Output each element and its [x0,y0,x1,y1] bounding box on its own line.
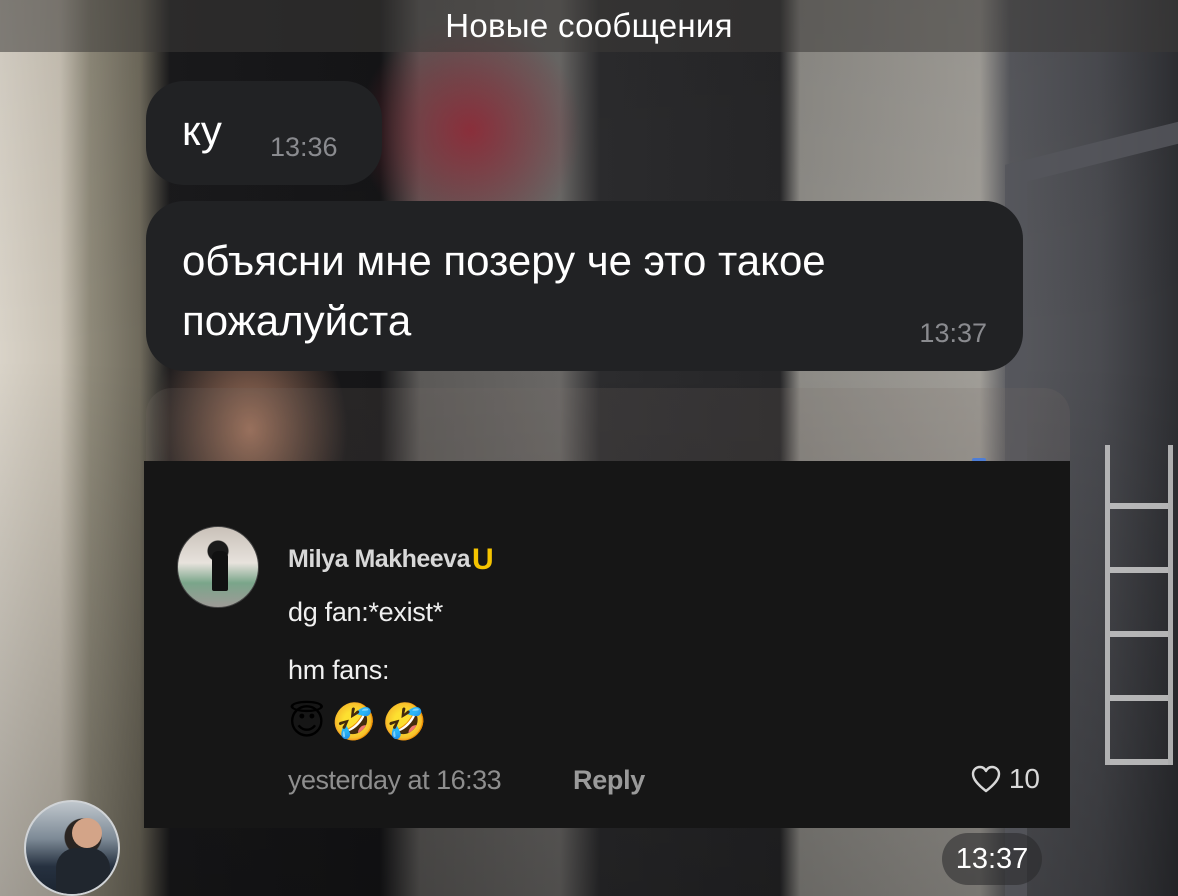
message-text: ку [182,107,222,154]
message-time: 13:37 [919,318,987,348]
new-messages-divider: Новые сообщения [0,0,1178,52]
author-badge-icon: U [472,543,494,576]
message-bubble-2[interactable]: объясни мне позеру че это такое пожалуйс… [146,201,1023,371]
wallpaper-shelf [1105,445,1173,765]
comment-line-2: hm fans: [288,655,390,685]
comment-line-1: dg fan:*exist* [288,597,443,627]
heart-outline-icon [971,765,1001,793]
comment-author-avatar [177,526,259,608]
sender-avatar[interactable] [24,800,120,896]
new-messages-label: Новые сообщения [445,7,733,44]
comment-author-name: Milya Makheeva [288,545,471,573]
like-count: 10 [1008,763,1040,794]
media-message-time: 13:37 [942,833,1042,885]
avatar-body [56,848,110,894]
avatar-head [72,818,102,848]
message-time: 13:36 [270,132,338,162]
media-message-frame[interactable] [146,388,1070,468]
comment-emojis: 😇🤣🤣 [288,701,434,742]
comment-author: Milya MakheevaU [288,541,494,576]
comment-timestamp: yesterday at 16:33 [288,765,502,795]
comment-screenshot[interactable]: Milya MakheevaU dg fan:*exist* hm fans: … [144,461,1070,828]
comment-likes: 10 [971,763,1040,795]
message-text: объясни мне позеру че это такое пожалуйс… [182,237,826,344]
comment-reply-link: Reply [573,765,646,795]
avatar-figure [212,551,228,591]
message-bubble-1[interactable]: ку 13:36 [146,81,382,185]
